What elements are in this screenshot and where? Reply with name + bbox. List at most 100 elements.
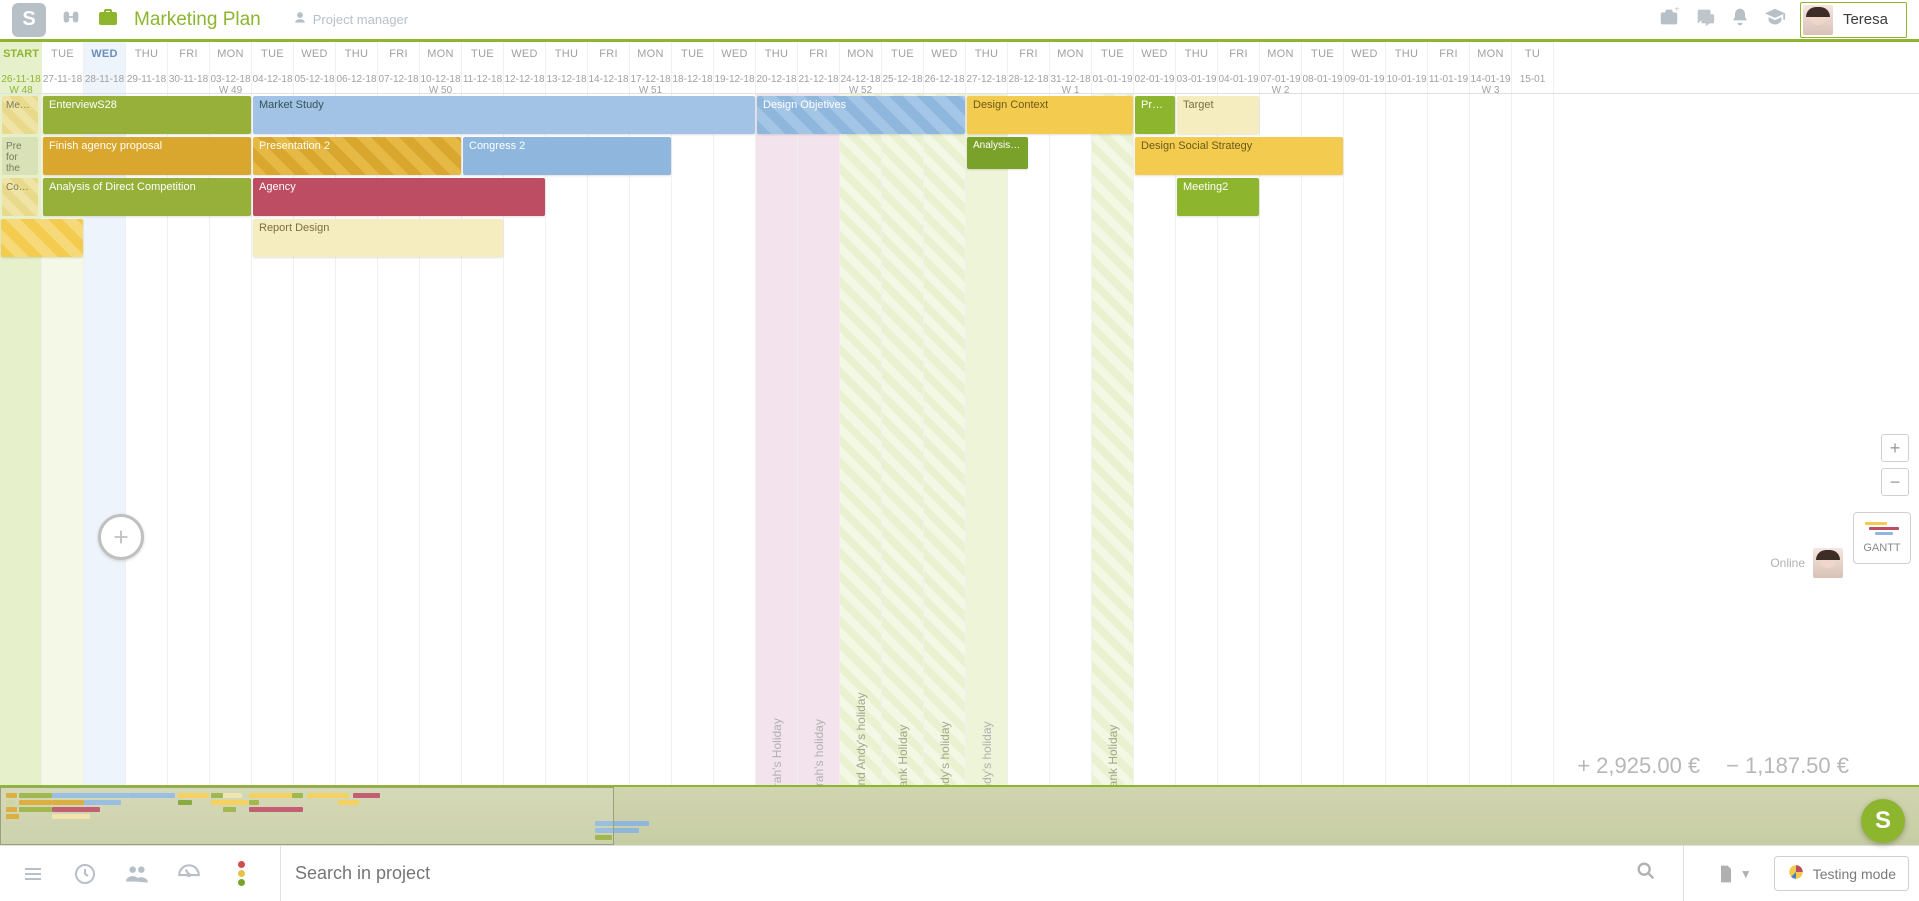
day-header[interactable]: WED09-01-19: [1344, 42, 1386, 93]
task-stub[interactable]: Co…: [2, 178, 38, 216]
dashboard-icon[interactable]: [166, 854, 212, 894]
task-bar[interactable]: Presentation 2: [253, 137, 461, 175]
overview-viewport[interactable]: [0, 787, 614, 845]
totals: 2,925.00 € 1,187.50 €: [1577, 753, 1849, 779]
day-header[interactable]: WED02-01-19: [1134, 42, 1176, 93]
day-header[interactable]: MON07-01-19W 2: [1260, 42, 1302, 93]
task-bar[interactable]: Congress 2: [463, 137, 671, 175]
day-header[interactable]: FRI11-01-19: [1428, 42, 1470, 93]
search-wrap: [280, 846, 1684, 901]
day-header[interactable]: TUE27-11-18: [42, 42, 84, 93]
clock-icon[interactable]: [62, 854, 108, 894]
document-icon[interactable]: ▼: [1700, 862, 1768, 886]
task-stub[interactable]: Me…: [2, 96, 38, 134]
task-bar[interactable]: Analysis of Direct Competition: [43, 178, 251, 216]
task-bar[interactable]: Pre…: [1135, 96, 1175, 134]
day-header[interactable]: FRI07-12-18: [378, 42, 420, 93]
day-header[interactable]: MON24-12-18W 52: [840, 42, 882, 93]
search-icon[interactable]: [1623, 860, 1669, 888]
add-task-button[interactable]: [98, 514, 144, 560]
task-bar[interactable]: Meeting2: [1177, 178, 1259, 216]
day-header[interactable]: MON03-12-18W 49: [210, 42, 252, 93]
day-header[interactable]: WED26-12-18: [924, 42, 966, 93]
dropdown-caret-icon: ▼: [1740, 867, 1752, 881]
task-bar[interactable]: EnterviewS28: [43, 96, 251, 134]
user-avatar: [1803, 5, 1833, 35]
task-bar[interactable]: Market Study: [253, 96, 755, 134]
day-header[interactable]: MON10-12-18W 50: [420, 42, 462, 93]
svg-text:+: +: [1674, 6, 1679, 14]
day-header[interactable]: THU03-01-19: [1176, 42, 1218, 93]
bell-icon[interactable]: [1730, 7, 1750, 33]
task-bar[interactable]: [1, 219, 83, 257]
day-header[interactable]: TUE01-01-19: [1092, 42, 1134, 93]
zoom-controls: + −: [1881, 434, 1909, 496]
day-header[interactable]: TUE25-12-18: [882, 42, 924, 93]
day-header[interactable]: FRI28-12-18: [1008, 42, 1050, 93]
task-bar[interactable]: Finish agency proposal: [43, 137, 251, 175]
task-bar[interactable]: Analysis of indirect competition: [967, 137, 1028, 169]
fab-button[interactable]: S: [1861, 799, 1905, 843]
user-name: Teresa: [1843, 11, 1888, 28]
day-header[interactable]: THU10-01-19: [1386, 42, 1428, 93]
bottom-bar: ▼ Testing mode: [0, 845, 1919, 901]
online-avatar[interactable]: [1813, 548, 1843, 578]
online-indicator: Online: [1770, 548, 1843, 578]
day-header[interactable]: THU06-12-18: [336, 42, 378, 93]
day-header[interactable]: TU15-01: [1512, 42, 1554, 93]
day-header[interactable]: FRI04-01-19: [1218, 42, 1260, 93]
app-logo[interactable]: S: [12, 3, 46, 37]
day-header[interactable]: MON17-12-18W 51: [630, 42, 672, 93]
overview-strip[interactable]: [0, 785, 1919, 845]
day-header[interactable]: WED12-12-18: [504, 42, 546, 93]
calendar-header: START 26-11-18 W 48 TUE27-11-18WED28-11-…: [0, 42, 1919, 94]
topbar: S Marketing Plan Project manager + Teres…: [0, 0, 1919, 42]
day-header[interactable]: THU20-12-18: [756, 42, 798, 93]
day-header[interactable]: WED28-11-18: [84, 42, 126, 93]
timeline: START 26-11-18 W 48 TUE27-11-18WED28-11-…: [0, 42, 1919, 785]
graduation-icon[interactable]: [1764, 6, 1786, 34]
day-header[interactable]: MON31-12-18W 1: [1050, 42, 1092, 93]
user-icon: [293, 11, 307, 28]
task-bar[interactable]: Design Objetives: [757, 96, 965, 134]
zoom-in-button[interactable]: +: [1881, 434, 1909, 462]
day-header[interactable]: TUE04-12-18: [252, 42, 294, 93]
task-bar[interactable]: Report Design: [253, 219, 503, 257]
task-bar[interactable]: Design Context: [967, 96, 1133, 134]
zoom-out-button[interactable]: −: [1881, 468, 1909, 496]
day-header[interactable]: TUE08-01-19: [1302, 42, 1344, 93]
day-header[interactable]: THU27-12-18: [966, 42, 1008, 93]
list-icon[interactable]: [10, 854, 56, 894]
day-header[interactable]: FRI21-12-18: [798, 42, 840, 93]
chat-icon[interactable]: [1694, 6, 1716, 34]
day-header[interactable]: TUE11-12-18: [462, 42, 504, 93]
search-input[interactable]: [295, 863, 1623, 884]
binoculars-icon[interactable]: [60, 6, 82, 34]
day-header[interactable]: THU29-11-18: [126, 42, 168, 93]
traffic-light-icon[interactable]: [218, 854, 264, 894]
day-header[interactable]: WED19-12-18: [714, 42, 756, 93]
day-header[interactable]: MON14-01-19W 3: [1470, 42, 1512, 93]
testing-mode-button[interactable]: Testing mode: [1774, 856, 1909, 891]
grid-body[interactable]: Sarah's HolidaySarah's holidaySarah and …: [0, 94, 1919, 785]
user-chip[interactable]: Teresa: [1800, 2, 1907, 38]
day-header[interactable]: THU13-12-18: [546, 42, 588, 93]
day-header[interactable]: FRI14-12-18: [588, 42, 630, 93]
add-briefcase-icon[interactable]: +: [1658, 6, 1680, 34]
task-stub[interactable]: Pre for the: [2, 137, 38, 175]
role-label: Project manager: [293, 11, 408, 28]
project-title[interactable]: Marketing Plan: [134, 9, 261, 31]
task-bar[interactable]: Target: [1177, 96, 1259, 134]
day-header[interactable]: WED05-12-18: [294, 42, 336, 93]
team-icon[interactable]: [114, 854, 160, 894]
day-header[interactable]: TUE18-12-18: [672, 42, 714, 93]
briefcase-icon[interactable]: [96, 5, 120, 35]
total-negative: 1,187.50 €: [1726, 753, 1849, 779]
task-bar[interactable]: Design Social Strategy: [1135, 137, 1343, 175]
view-mode-selector[interactable]: GANTT: [1853, 512, 1911, 564]
task-layer: Me…Pre for theCo…DeliveryEnterviewS28Mar…: [0, 94, 1919, 785]
task-bar[interactable]: Agency: [253, 178, 545, 216]
day-header[interactable]: FRI30-11-18: [168, 42, 210, 93]
total-positive: 2,925.00 €: [1577, 753, 1700, 779]
start-column: START 26-11-18 W 48: [0, 42, 42, 93]
